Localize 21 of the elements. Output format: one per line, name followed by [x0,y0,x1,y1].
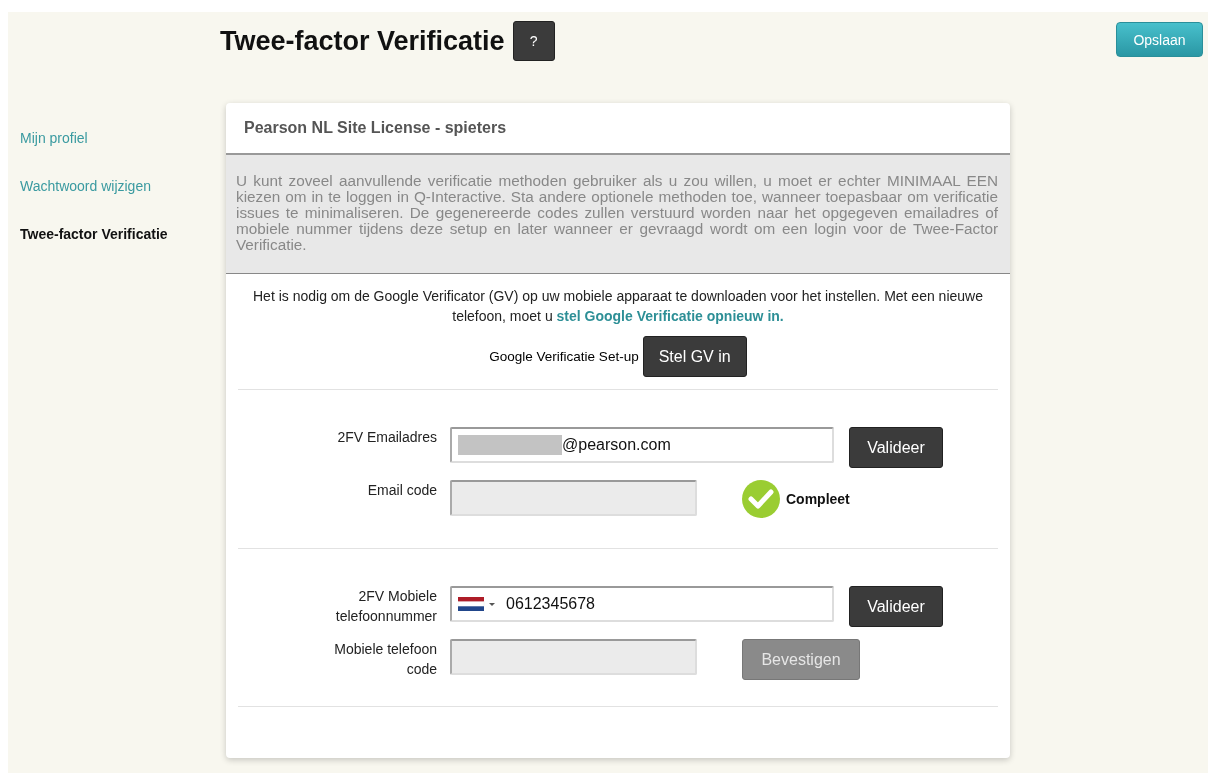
sidebar-item[interactable]: Twee-factor Verificatie [20,226,168,242]
reset-link[interactable]: stel Google Verificatie opnieuw in. [556,308,784,324]
setup-button[interactable]: Stel GV in [642,336,747,377]
validate-button[interactable]: Valideer [849,427,943,468]
phone-field[interactable]: 0612345678 [450,586,834,622]
setup-label: Google Verificatie Set-up [489,349,639,364]
field-label: 2FV Mobiele telefoonnummer [334,587,437,626]
field-label: Mobiele telefoon code [333,640,437,679]
help-button[interactable]: ? [512,21,555,61]
email-field[interactable]: @pearson.com [450,427,834,463]
description-text: U kunt zoveel aanvullende verificatie methoden gebruiker als u zou willen, u moet er echter MINIMAAL EEN kiezen om in te loggen in Q-Interactive. Sta andere optionele methoden toe, wanneer toepasbaar om verificatie issues te minimaliseren. De gegenereerde codes zullen verstuurd worden naar het opgegeven emailadres of mobiele nummer tijdens deze setup en later wanneer er gevraagd wordt om een login voor de Twee-Factor Verificatie. [226,155,1010,274]
code-field[interactable] [450,639,697,675]
status-text: Compleet [786,491,850,507]
flag-icon[interactable] [458,597,496,611]
code-field[interactable] [450,480,697,516]
notice-text: Het is nodig om de Google Verificator (GV) op uw mobiele apparaat te downloaden voor het instellen. Met een nieuwe telefoon, moet u stel Google Verificatie opnieuw in. [252,287,984,326]
field-label: 2FV Emailadres [336,428,437,447]
page-title: Twee-factor Verificatie [220,25,505,57]
validate-button[interactable]: Valideer [849,586,943,627]
check-icon [742,480,780,518]
field-label: Email code [366,481,437,500]
